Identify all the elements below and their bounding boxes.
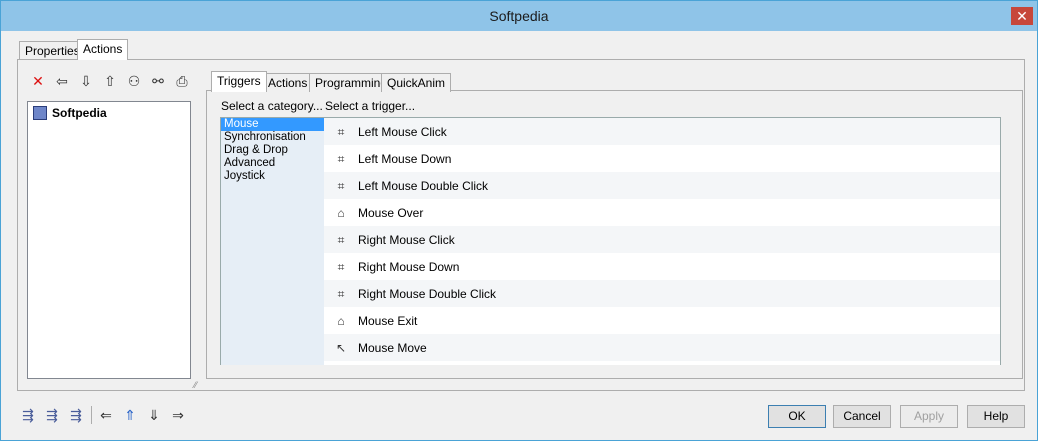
apply-button[interactable]: Apply [900,405,958,428]
import-action-icon[interactable]: ⇶ [18,405,38,425]
category-header: Select a category... [221,99,323,113]
trigger-label: Right Mouse Down [358,259,460,274]
mouse-exit-icon: ⌂ [337,313,345,328]
arrow-left-icon[interactable]: ⇦ [52,71,72,91]
list-item[interactable]: Advanced [221,157,325,170]
tab-properties[interactable]: Properties [19,41,86,60]
help-button[interactable]: Help [967,405,1025,428]
mouse-double-click-icon: ⌗ [337,178,345,193]
trigger-label: Mouse Over [358,205,424,220]
mouse-over-icon: ⌂ [337,205,345,220]
list-item[interactable]: ⌗ Left Mouse Double Click [324,172,1000,199]
delete-icon[interactable]: ✕ [28,71,48,91]
mouse-down-icon: ⌗ [337,151,345,166]
close-button[interactable]: ✕ [1011,7,1033,25]
tree-item-root[interactable]: Softpedia [33,106,107,120]
mouse-double-click-icon: ⌗ [337,286,345,301]
mouse-click-icon: ⌗ [337,232,345,247]
list-item[interactable]: Synchronisation [221,131,325,144]
move-left-icon[interactable]: ⇐ [96,405,116,425]
mouse-move-icon: ↖ [335,340,347,355]
trigger-label: Left Mouse Click [358,124,447,139]
trigger-label: Right Mouse Click [358,232,455,247]
tab-inner-actions[interactable]: Actions [262,73,314,92]
page-icon [33,106,47,120]
list-item[interactable]: ⌗ Right Mouse Down [324,253,1000,280]
list-item[interactable]: ⌗ Left Mouse Click [324,118,1000,145]
trigger-label: Mouse Exit [358,313,418,328]
mouse-down-icon: ⌗ [337,259,345,274]
trigger-label: Right Mouse Double Click [358,286,497,301]
tree-item-label: Softpedia [52,106,107,120]
list-item[interactable]: Mouse [221,118,325,131]
window-title: Softpedia [489,8,549,24]
list-item[interactable]: ↖ Mouse Move [324,334,1000,361]
mouse-click-icon: ⌗ [337,124,345,139]
trigger-label: Left Mouse Down [358,151,452,166]
move-up-icon[interactable]: ⇑ [120,405,140,425]
ok-button[interactable]: OK [768,405,826,428]
arrow-down-icon[interactable]: ⇩ [76,71,96,91]
cancel-button[interactable]: Cancel [833,405,891,428]
trigger-label: Mouse Move [358,340,427,355]
category-list[interactable]: Mouse Synchronisation Drag & Drop Advanc… [220,117,325,365]
dialog-window: Softpedia ✕ Properties Actions ✕ ⇦ ⇩ ⇧ ⚇… [0,0,1038,441]
link-icon[interactable]: ⚯ [148,71,168,91]
tab-triggers[interactable]: Triggers [211,71,267,92]
list-item[interactable]: Joystick [221,170,325,183]
trigger-header: Select a trigger... [325,99,416,113]
trigger-label: Left Mouse Double Click [358,178,489,193]
move-down-icon[interactable]: ⇓ [144,405,164,425]
toolbar-separator [91,406,92,424]
list-item[interactable]: ⌂ Mouse Over [324,199,1000,226]
edit-action-icon[interactable]: ⇶ [66,405,86,425]
title-bar[interactable]: Softpedia ✕ [1,1,1037,31]
print-icon[interactable]: ⎙ [172,71,192,91]
list-item[interactable]: ⌗ Right Mouse Double Click [324,280,1000,307]
move-right-icon[interactable]: ⇒ [168,405,188,425]
trigger-list[interactable]: ⌗ Left Mouse Click ⌗ Left Mouse Down ⌗ Left… [324,117,1001,365]
tab-actions[interactable]: Actions [77,39,129,60]
resize-grip-icon[interactable]: ⁄⁄ [194,381,204,390]
list-item[interactable]: ⌗ Right Mouse Click [324,226,1000,253]
list-item[interactable]: ⌂ Mouse Exit [324,307,1000,334]
action-tree[interactable]: Softpedia [27,101,191,379]
arrow-up-icon[interactable]: ⇧ [100,71,120,91]
group-icon[interactable]: ⚇ [124,71,144,91]
list-item[interactable]: ⌗ Left Mouse Down [324,145,1000,172]
list-item[interactable]: Drag & Drop [221,144,325,157]
export-action-icon[interactable]: ⇶ [42,405,62,425]
tab-quickanim[interactable]: QuickAnim [381,73,452,92]
